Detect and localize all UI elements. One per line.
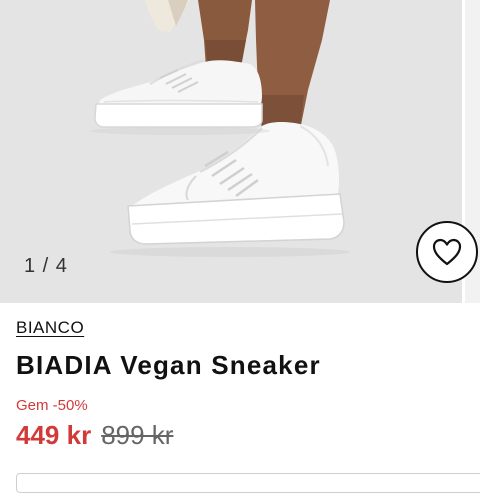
product-title: BIADIA Vegan Sneaker bbox=[16, 350, 321, 380]
product-gallery[interactable]: 1 / 4 bbox=[0, 0, 480, 303]
size-selector-edge[interactable] bbox=[16, 473, 480, 493]
brand-link[interactable]: BIANCO bbox=[16, 318, 84, 338]
original-price: 899 kr bbox=[101, 420, 174, 450]
product-image[interactable] bbox=[0, 0, 462, 303]
discount-badge: Gem -50% bbox=[16, 397, 88, 414]
price-row: 449 kr 899 kr bbox=[16, 420, 173, 451]
slide-counter: 1 / 4 bbox=[24, 255, 68, 277]
sale-price: 449 kr bbox=[16, 420, 92, 450]
sneaker-photo bbox=[0, 0, 462, 303]
wishlist-button[interactable] bbox=[416, 221, 478, 283]
heart-outline-icon bbox=[432, 238, 462, 266]
